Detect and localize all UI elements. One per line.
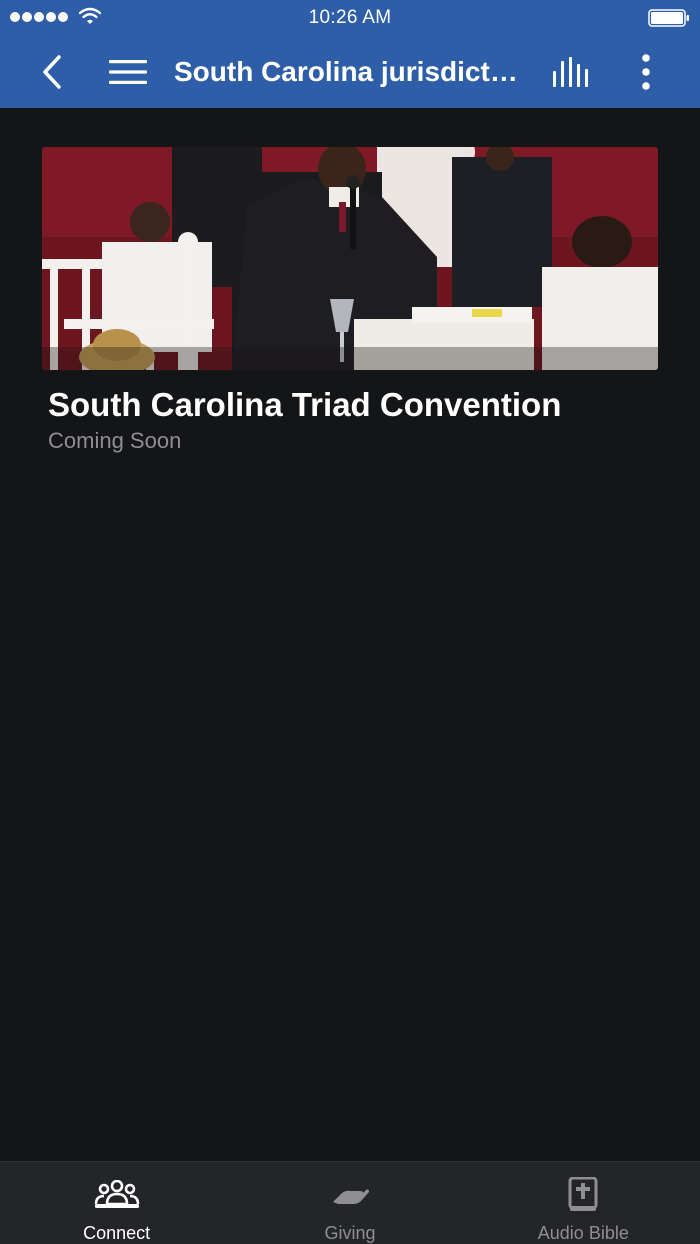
tab-connect-label: Connect: [83, 1223, 151, 1243]
hamburger-menu-icon: [109, 60, 147, 84]
status-bar: 10:26 AM: [0, 0, 700, 36]
battery-icon: [648, 9, 689, 27]
more-options-button[interactable]: [626, 36, 666, 108]
nav-bar: South Carolina jurisdicti...: [0, 36, 700, 108]
tab-audio-bible-label: Audio Bible: [537, 1223, 629, 1243]
event-card[interactable]: South Carolina Triad Convention Coming S…: [42, 147, 658, 454]
menu-button[interactable]: [104, 36, 152, 108]
giving-hand-icon: [327, 1176, 373, 1214]
tab-giving-label: Giving: [324, 1223, 376, 1243]
tab-bar: Connect Giving Audio Bible: [0, 1161, 700, 1244]
page-title: South Carolina jurisdicti...: [174, 56, 520, 87]
back-chevron-icon: [43, 55, 61, 89]
status-time: 10:26 AM: [308, 7, 392, 28]
convention-photo: [42, 147, 658, 370]
event-image: [42, 147, 658, 370]
tab-connect[interactable]: Connect: [0, 1162, 233, 1244]
tab-audio-bible[interactable]: Audio Bible: [467, 1162, 700, 1244]
event-subtitle: Coming Soon: [48, 428, 182, 453]
audio-stats-button[interactable]: [546, 36, 598, 108]
event-title: South Carolina Triad Convention: [48, 386, 562, 423]
tab-giving[interactable]: Giving: [233, 1162, 466, 1244]
people-group-icon: [94, 1176, 140, 1214]
stats-bars-icon: [553, 57, 588, 87]
more-vertical-icon: [642, 54, 650, 90]
back-button[interactable]: [30, 36, 74, 108]
bible-book-icon: [560, 1176, 606, 1214]
app-screen: 10:26 AM South Carolina jurisdicti... So…: [0, 0, 700, 1244]
header: 10:26 AM South Carolina jurisdicti...: [0, 0, 700, 108]
